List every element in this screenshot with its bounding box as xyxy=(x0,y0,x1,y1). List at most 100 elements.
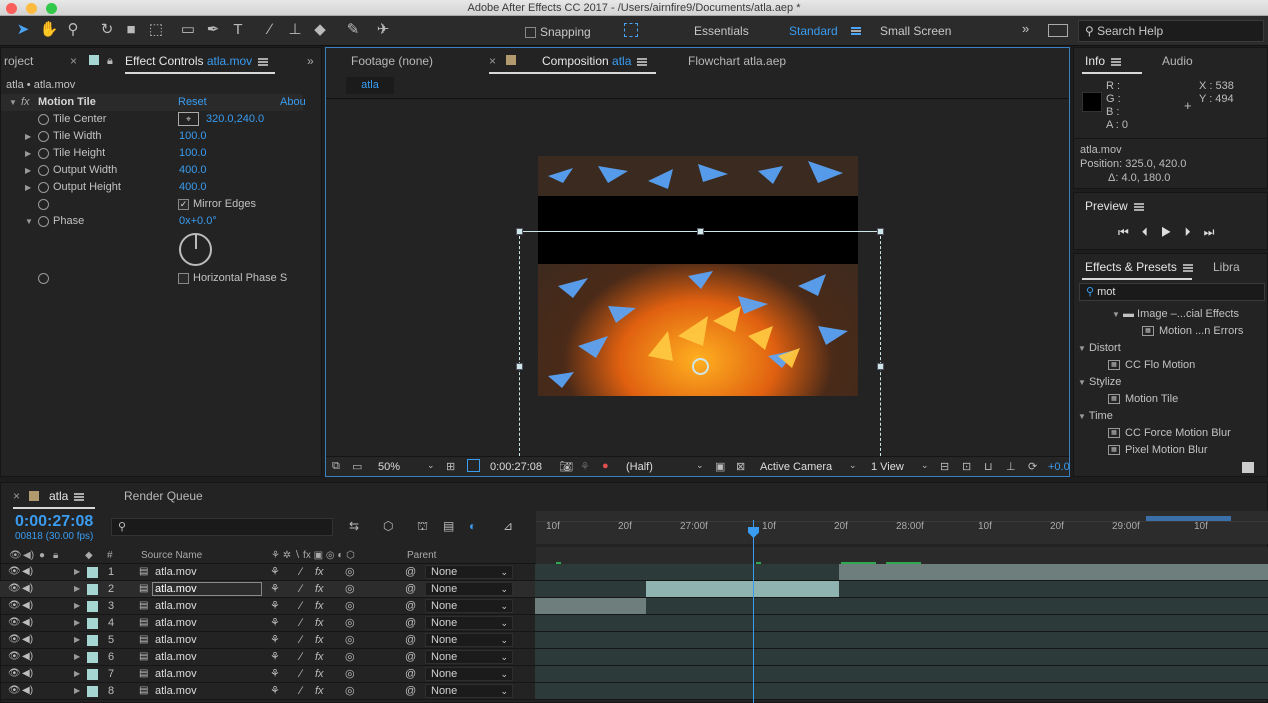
stopwatch-icon[interactable] xyxy=(38,199,49,210)
fast-previews-icon[interactable]: ▣ xyxy=(715,460,725,473)
stopwatch-icon[interactable] xyxy=(38,273,49,284)
motion-blur-switch-icon[interactable]: ◎ xyxy=(345,615,355,631)
pickwhip-icon[interactable]: @ xyxy=(405,666,416,682)
about-button[interactable]: Abou xyxy=(280,94,306,111)
quality-switch-icon[interactable]: ∕ xyxy=(300,666,302,682)
collapse-triangle-icon[interactable]: ▼ xyxy=(1078,374,1086,391)
parent-dropdown[interactable]: None ⌄ xyxy=(425,599,513,613)
snapshot-icon[interactable]: 📷︎ xyxy=(559,460,573,473)
layer-duration-bar[interactable] xyxy=(535,666,1268,682)
layer-duration-bar[interactable] xyxy=(535,632,1268,648)
panel-overflow-icon[interactable]: » xyxy=(307,48,314,74)
pickwhip-icon[interactable]: @ xyxy=(405,564,416,580)
parent-dropdown[interactable]: None ⌄ xyxy=(425,684,513,698)
zoom-tool-icon[interactable]: ⚲ xyxy=(62,19,84,41)
layer-label-color[interactable] xyxy=(87,567,98,578)
pickwhip-icon[interactable]: @ xyxy=(405,632,416,648)
stopwatch-icon[interactable] xyxy=(38,114,49,125)
close-tab-icon[interactable]: × xyxy=(70,48,77,74)
layer-label-color[interactable] xyxy=(87,618,98,629)
layer-label-color[interactable] xyxy=(87,686,98,697)
layer-row-8[interactable]: 👁︎ ◀) ▶ 8 ▤ atla.mov ⚘ ∕ fx ◎ @ None ⌄ xyxy=(0,683,1268,700)
collapse-triangle-icon[interactable]: ▼ xyxy=(9,94,17,111)
tab-audio[interactable]: Audio xyxy=(1162,48,1193,74)
layer-name[interactable]: atla.mov xyxy=(155,649,197,665)
effect-switch-icon[interactable]: fx xyxy=(315,649,324,665)
tab-libraries[interactable]: Libra xyxy=(1213,254,1240,280)
toggle-pixel-aspect-icon[interactable]: ⊟ xyxy=(940,460,949,473)
snap-options-icon[interactable] xyxy=(624,23,638,37)
audio-speaker-icon[interactable]: ◀) xyxy=(22,666,33,682)
shy-switch-icon[interactable]: ⚘ xyxy=(270,615,280,631)
close-tab-icon[interactable]: × xyxy=(489,48,496,74)
audio-speaker-icon[interactable]: ◀) xyxy=(22,581,33,597)
last-frame-icon[interactable]: ⏭ xyxy=(1204,225,1228,239)
pickwhip-icon[interactable]: @ xyxy=(405,615,416,631)
visibility-eye-icon[interactable]: 👁︎ xyxy=(8,598,21,614)
tab-flowchart[interactable]: Flowchart atla.aep xyxy=(688,48,786,74)
transform-handle[interactable] xyxy=(697,228,704,235)
quality-switch-icon[interactable]: ∕ xyxy=(300,615,302,631)
visibility-eye-icon[interactable]: 👁︎ xyxy=(8,564,21,580)
type-tool-icon[interactable]: T xyxy=(227,19,249,41)
chevron-down-icon[interactable]: ⌄ xyxy=(849,460,857,471)
selection-tool-icon[interactable]: ➤ xyxy=(12,19,34,41)
resolution-dropdown[interactable]: (Half) xyxy=(626,461,653,473)
param-value[interactable]: 400.0 xyxy=(179,179,207,196)
source-name-header[interactable]: Source Name xyxy=(141,547,202,564)
tab-render-queue[interactable]: Render Queue xyxy=(124,483,203,509)
show-snapshot-icon[interactable]: ⚘ xyxy=(580,460,590,473)
expand-triangle-icon[interactable]: ▶ xyxy=(25,179,31,196)
puppet-pin-tool-icon[interactable]: ✈ xyxy=(372,19,394,41)
fx-icon[interactable]: fx xyxy=(21,94,30,111)
next-frame-icon[interactable]: ⏵ xyxy=(1185,225,1204,239)
clone-stamp-tool-icon[interactable]: ⊥ xyxy=(284,19,306,41)
horizontal-phase-checkbox[interactable] xyxy=(178,272,189,284)
quality-switch-icon[interactable]: ∕ xyxy=(300,632,302,648)
motion-blur-switch-icon[interactable]: ◎ xyxy=(345,564,355,580)
tab-effect-controls[interactable]: Effect Controls atla.mov xyxy=(125,48,269,74)
eraser-tool-icon[interactable]: ◆ xyxy=(309,19,331,41)
stopwatch-icon[interactable] xyxy=(38,165,49,176)
exposure-value[interactable]: +0.0 xyxy=(1048,461,1070,473)
layer-duration-bar[interactable] xyxy=(646,598,1268,614)
more-workspaces-icon[interactable]: » xyxy=(1022,21,1029,36)
tab-timeline-atla[interactable]: atla xyxy=(49,483,85,509)
snapping-toggle[interactable]: Snapping xyxy=(525,25,591,39)
view-layout-dropdown[interactable]: 1 View xyxy=(871,461,904,473)
layer-duration-bar[interactable] xyxy=(839,564,1268,580)
quality-switch-icon[interactable]: ∕ xyxy=(300,564,302,580)
motion-blur-switch-icon[interactable]: ◎ xyxy=(345,598,355,614)
motion-blur-icon[interactable]: ◐ xyxy=(469,519,476,533)
fx-category-stylize[interactable]: ▼ Stylize xyxy=(1078,374,1268,391)
fx-item-pixel-motion-blur[interactable]: ▦ Pixel Motion Blur xyxy=(1108,442,1268,459)
param-value[interactable]: 100.0 xyxy=(179,145,207,162)
motion-blur-switch-icon[interactable]: ◎ xyxy=(345,683,355,699)
layer-icon[interactable]: ⊔ xyxy=(984,460,993,473)
visibility-eye-icon[interactable]: 👁︎ xyxy=(8,632,21,648)
comp-nav-button[interactable]: atla xyxy=(346,77,394,94)
layer-row-1[interactable]: 👁︎ ◀) ▶ 1 ▤ atla.mov ⚘ ∕ fx ◎ @ None ⌄ xyxy=(0,564,1268,581)
pan-behind-tool-icon[interactable]: ⬚ xyxy=(145,19,167,41)
quality-switch-icon[interactable]: ∕ xyxy=(300,649,302,665)
rectangle-tool-icon[interactable]: ▭ xyxy=(177,19,199,41)
layer-duration-bar[interactable] xyxy=(535,598,646,614)
shy-switch-icon[interactable]: ⚘ xyxy=(270,564,280,580)
crosshair-icon[interactable]: ⌖ xyxy=(178,112,199,126)
collapse-triangle-icon[interactable]: ▼ xyxy=(1112,306,1120,323)
quality-switch-icon[interactable]: ∕ xyxy=(300,598,302,614)
audio-speaker-icon[interactable]: ◀) xyxy=(22,615,33,631)
first-frame-icon[interactable]: ⏮ xyxy=(1118,225,1142,239)
timeline-current-time[interactable]: 0:00:27:08 xyxy=(15,513,93,531)
expand-triangle-icon[interactable]: ▶ xyxy=(74,564,80,580)
parent-dropdown[interactable]: None ⌄ xyxy=(425,667,513,681)
param-value[interactable]: 400.0 xyxy=(179,162,207,179)
expand-triangle-icon[interactable]: ▶ xyxy=(74,598,80,614)
layer-label-color[interactable] xyxy=(87,584,98,595)
panel-menu-icon[interactable] xyxy=(74,492,85,501)
collapse-triangle-icon[interactable]: ▼ xyxy=(1078,408,1086,425)
layer-row-3[interactable]: 👁︎ ◀) ▶ 3 ▤ atla.mov ⚘ ∕ fx ◎ @ None ⌄ xyxy=(0,598,1268,615)
fx-item-motion-tile[interactable]: ▦ Motion Tile xyxy=(1108,391,1268,408)
layer-duration-bar[interactable] xyxy=(535,683,1268,699)
audio-speaker-icon[interactable]: ◀) xyxy=(22,598,33,614)
